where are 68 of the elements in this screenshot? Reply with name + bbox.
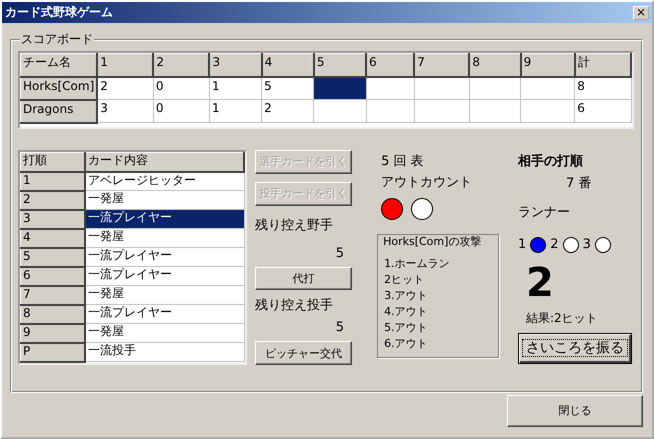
table-cell[interactable]: 一発屋 [85,190,244,210]
table-cell[interactable]: 一流プレイヤー [85,210,244,228]
list-item: 5.アウト [384,320,429,336]
column-header: 1 [97,54,154,76]
column-header: 5 [314,54,366,76]
label: アウトカウント [380,174,472,190]
table-cell[interactable]: 一流プレイヤー [85,248,244,266]
list-item: 4.アウト [384,304,429,320]
window-title: カード式野球ゲーム [5,5,113,20]
list-item: 1.ホームラン [384,256,451,272]
table-cell[interactable] [520,100,575,122]
table-cell[interactable] [366,100,414,122]
label: 残り控え投手 [255,298,334,314]
heading: 相手の打順 [518,154,583,170]
table-cell[interactable]: 6 [574,100,631,122]
column-header: 4 [262,54,314,76]
list-item: 6.アウト [384,336,429,352]
table-cell[interactable]: 1 [209,100,262,122]
row-header[interactable]: Horks[Com] [20,76,98,100]
table-cell[interactable]: 一流プレイヤー [85,304,244,324]
list-item: 2ヒット [384,272,426,288]
table-cell[interactable]: 一流投手 [85,342,244,362]
base-label: 1 [518,236,526,253]
row-header[interactable]: Dragons [20,100,98,122]
column-header: 7 [414,54,470,76]
button[interactable]: 代打 [255,267,352,290]
table-cell[interactable]: 一発屋 [85,228,244,248]
table-cell[interactable] [520,76,575,100]
column-header: カード内容 [85,152,244,172]
table-cell[interactable]: 2 [262,100,314,122]
table-cell[interactable]: 一発屋 [85,286,244,304]
table-cell[interactable] [469,100,521,122]
label: ランナー [518,205,570,221]
table-cell[interactable]: 3 [97,100,154,122]
count: 5 [336,246,346,262]
count: 5 [336,320,346,336]
column-header: 2 [153,54,210,76]
batter-number: 7 番 [566,176,592,192]
base-label: 2 [550,236,559,253]
label: 残り控え野手 [255,218,334,234]
result-text: 結果:2ヒット [526,310,598,326]
table-cell[interactable]: 2 [97,76,154,100]
table-cell[interactable]: 0 [153,76,210,100]
table-cell[interactable]: 一流プレイヤー [85,266,244,286]
button[interactable]: ピッチャー交代 [255,341,352,366]
roll-button[interactable]: さいころを振る [518,333,632,364]
base-label: 3 [582,236,591,253]
column-header: 9 [520,54,575,76]
group-title: スコアボード [20,32,94,46]
table-cell[interactable]: 5 [262,76,314,100]
close-button[interactable]: × [633,6,649,20]
inning-label: 5 回 表 [380,154,424,170]
dice-value: 2 [526,262,554,303]
table-cell[interactable] [414,100,470,122]
column-header: 8 [469,54,521,76]
table-cell[interactable] [414,76,470,100]
column-header: 6 [366,54,414,76]
column-header: 打順 [20,152,85,172]
group-title: Horks[Com]の攻撃 [382,235,482,248]
column-header: 3 [209,54,262,76]
table-cell[interactable] [314,100,366,122]
column-header: チーム名 [20,54,98,76]
table-cell[interactable]: 一発屋 [85,324,244,342]
column-header: 計 [574,54,631,76]
list-item: 3.アウト [384,288,429,304]
table-cell[interactable]: 8 [574,76,631,100]
table-cell[interactable]: 0 [153,100,210,122]
close-button[interactable]: 閉じる [507,395,643,427]
